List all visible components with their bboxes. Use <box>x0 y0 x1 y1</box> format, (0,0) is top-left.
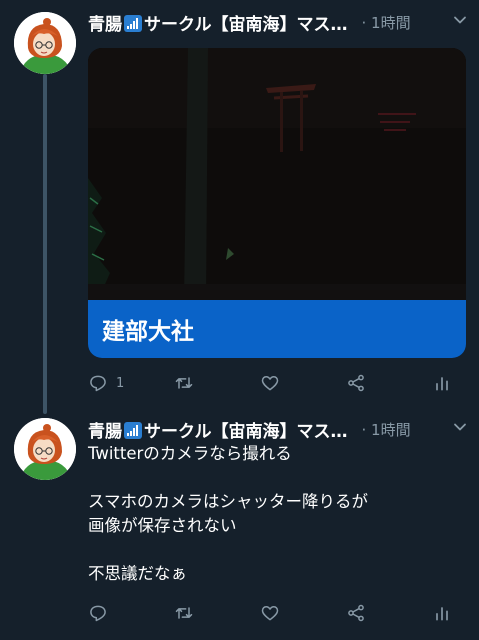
reply-button[interactable] <box>88 600 108 626</box>
share-button[interactable] <box>346 600 366 626</box>
reply-count: 1 <box>116 375 125 391</box>
heart-icon <box>261 376 279 391</box>
author-name[interactable]: 青腸 サークル【宙南海】マス… <box>88 10 348 35</box>
tweet-text-blank-line <box>88 466 458 490</box>
retweet-icon <box>175 377 193 389</box>
analytics-button[interactable] <box>432 370 452 396</box>
retweet-button[interactable] <box>174 370 194 396</box>
reply-icon <box>90 605 106 622</box>
analytics-icon <box>436 607 448 621</box>
media-caption: 建部大社 <box>102 319 194 345</box>
thread-connector-line <box>43 74 47 414</box>
share-icon <box>348 604 364 622</box>
tweet-timestamp[interactable]: · 1時間 <box>362 419 411 440</box>
tweet-text-line: 不思議だなぁ <box>88 564 187 583</box>
shrine-photo <box>88 48 466 300</box>
like-button[interactable] <box>260 600 280 626</box>
tweet-header: 青腸 サークル【宙南海】マス… · 1時間 <box>88 9 468 35</box>
reply-button[interactable]: 1 <box>88 370 124 396</box>
analytics-icon <box>436 377 448 391</box>
like-button[interactable] <box>260 370 280 396</box>
tweet-text-line: スマホのカメラはシャッター降りるが <box>88 492 369 511</box>
tweet-text-line: 画像が保存されない <box>88 516 237 535</box>
author-name[interactable]: 青腸 サークル【宙南海】マス… <box>88 417 348 442</box>
avatar[interactable] <box>14 418 76 480</box>
retweet-button[interactable] <box>174 600 194 626</box>
share-button[interactable] <box>346 370 366 396</box>
heart-icon <box>261 606 279 621</box>
tweet-actions <box>88 600 460 626</box>
analytics-button[interactable] <box>432 600 452 626</box>
tweet-actions: 1 <box>88 370 460 396</box>
media-card[interactable]: 建部大社 <box>88 48 466 358</box>
tweet-text-blank-line <box>88 538 458 562</box>
tweet-text: Twitterのカメラなら撮れる スマホのカメラはシャッター降りるが 画像が保存… <box>88 442 458 586</box>
antenna-bars-icon <box>124 14 142 32</box>
avatar-image <box>14 12 76 74</box>
chevron-down-icon[interactable] <box>452 12 468 28</box>
chevron-down-icon[interactable] <box>452 419 468 435</box>
avatar-image <box>14 418 76 480</box>
tweet-text-line: Twitterのカメラなら撮れる <box>88 444 292 463</box>
retweet-icon <box>175 607 193 619</box>
reply-icon <box>90 375 106 392</box>
antenna-bars-icon <box>124 421 142 439</box>
share-icon <box>348 374 364 392</box>
tweet-header: 青腸 サークル【宙南海】マス… · 1時間 <box>88 416 468 442</box>
tweet-timestamp[interactable]: · 1時間 <box>362 12 411 33</box>
media-caption-bar: 建部大社 <box>88 300 466 358</box>
avatar[interactable] <box>14 12 76 74</box>
